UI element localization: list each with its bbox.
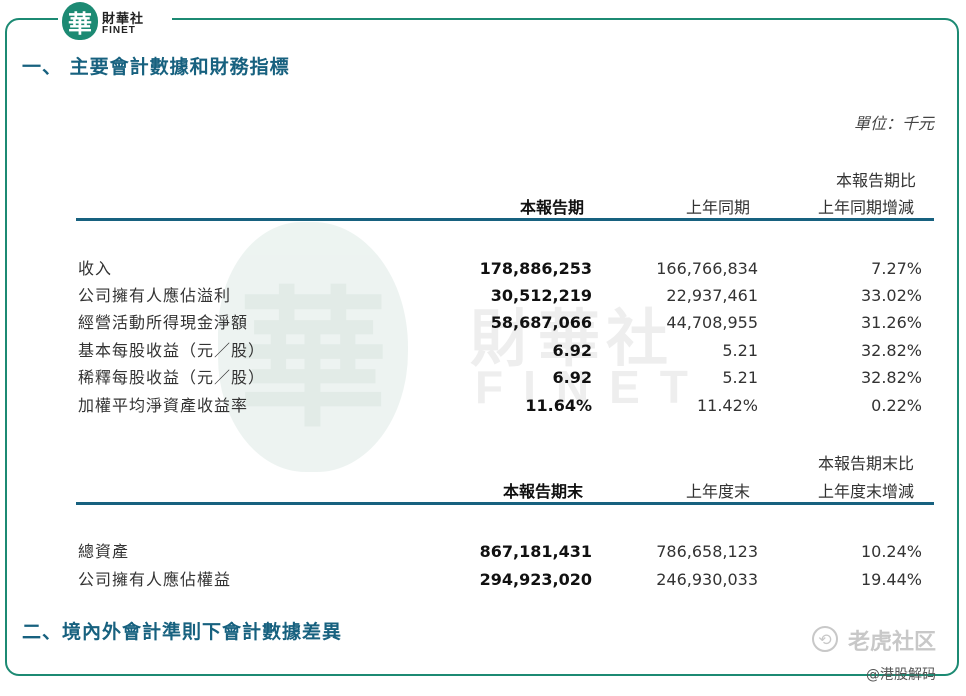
row-current: 867,181,431	[479, 542, 592, 561]
row-current: 294,923,020	[479, 570, 592, 589]
row-current: 178,886,253	[479, 259, 592, 278]
row-previous: 22,937,461	[666, 286, 758, 305]
row-change: 0.22%	[871, 396, 922, 415]
header-current-period: 本報告期	[520, 198, 585, 217]
row-previous: 11.42%	[696, 396, 758, 415]
row-label: 稀釋每股收益（元／股）	[78, 368, 266, 387]
row-current: 30,512,219	[490, 286, 592, 305]
logo-name-en: FINET	[102, 25, 136, 36]
row-label: 公司擁有人應佔溢利	[78, 286, 232, 305]
header-previous-period: 上年同期	[686, 198, 751, 217]
header-period-end: 本報告期末	[503, 482, 584, 501]
row-label: 加權平均淨資產收益率	[78, 396, 249, 415]
header-change2-line2: 上年度末增減	[818, 482, 915, 501]
row-previous: 166,766,834	[656, 259, 758, 278]
section-title-2: 二、境內外會計準則下會計數據差異	[22, 621, 343, 643]
table-row: 基本每股收益（元／股） 6.92 5.21 32.82%	[0, 338, 966, 364]
table-row: 稀釋每股收益（元／股） 6.92 5.21 32.82%	[0, 365, 966, 391]
row-label: 總資產	[78, 542, 130, 561]
row-change: 31.26%	[860, 313, 922, 332]
row-label: 經營活動所得現金淨額	[78, 313, 249, 332]
row-change: 32.82%	[860, 341, 922, 360]
row-label: 基本每股收益（元／股）	[78, 341, 266, 360]
table-row: 收入 178,886,253 166,766,834 7.27%	[0, 256, 966, 282]
finet-logo-icon: 華	[62, 2, 98, 40]
table-row: 公司擁有人應佔溢利 30,512,219 22,937,461 33.02%	[0, 283, 966, 309]
row-change: 32.82%	[860, 368, 922, 387]
row-previous: 5.21	[722, 341, 758, 360]
section-title-1: 一、 主要會計數據和財務指標	[22, 56, 290, 78]
header-prior-year-end: 上年度末	[686, 482, 751, 501]
table-row: 公司擁有人應佔權益 294,923,020 246,930,033 19.44%	[0, 567, 966, 593]
row-change: 10.24%	[860, 542, 922, 561]
table-row: 加權平均淨資產收益率 11.64% 11.42% 0.22%	[0, 393, 966, 419]
row-previous: 246,930,033	[656, 570, 758, 589]
row-current: 11.64%	[525, 396, 592, 415]
row-current: 6.92	[552, 341, 592, 360]
tiger-community-watermark: ⟲ 老虎社区	[812, 624, 952, 658]
header-change2-line1: 本報告期末比	[818, 454, 915, 473]
header-change-line1: 本報告期比	[836, 171, 917, 190]
table1-header-rule	[76, 218, 934, 221]
row-label: 收入	[78, 259, 113, 278]
row-previous: 5.21	[722, 368, 758, 387]
row-current: 6.92	[552, 368, 592, 387]
row-change: 33.02%	[860, 286, 922, 305]
tiger-watermark-text: 老虎社区	[848, 630, 937, 655]
table-row: 經營活動所得現金淨額 58,687,066 44,708,955 31.26%	[0, 310, 966, 336]
table2-header-rule	[76, 502, 934, 505]
finet-logo: 華 財華社 FINET	[58, 2, 172, 42]
table-row: 總資產 867,181,431 786,658,123 10.24%	[0, 539, 966, 565]
row-previous: 44,708,955	[666, 313, 758, 332]
unit-label: 單位：千元	[853, 114, 934, 133]
row-change: 7.27%	[871, 259, 922, 278]
row-previous: 786,658,123	[656, 542, 758, 561]
row-label: 公司擁有人應佔權益	[78, 570, 232, 589]
weibo-watermark: @港股解码	[866, 667, 936, 683]
row-change: 19.44%	[860, 570, 922, 589]
row-current: 58,687,066	[490, 313, 592, 332]
header-change-line2: 上年同期增減	[818, 198, 915, 217]
tiger-logo-icon: ⟲	[812, 626, 838, 652]
